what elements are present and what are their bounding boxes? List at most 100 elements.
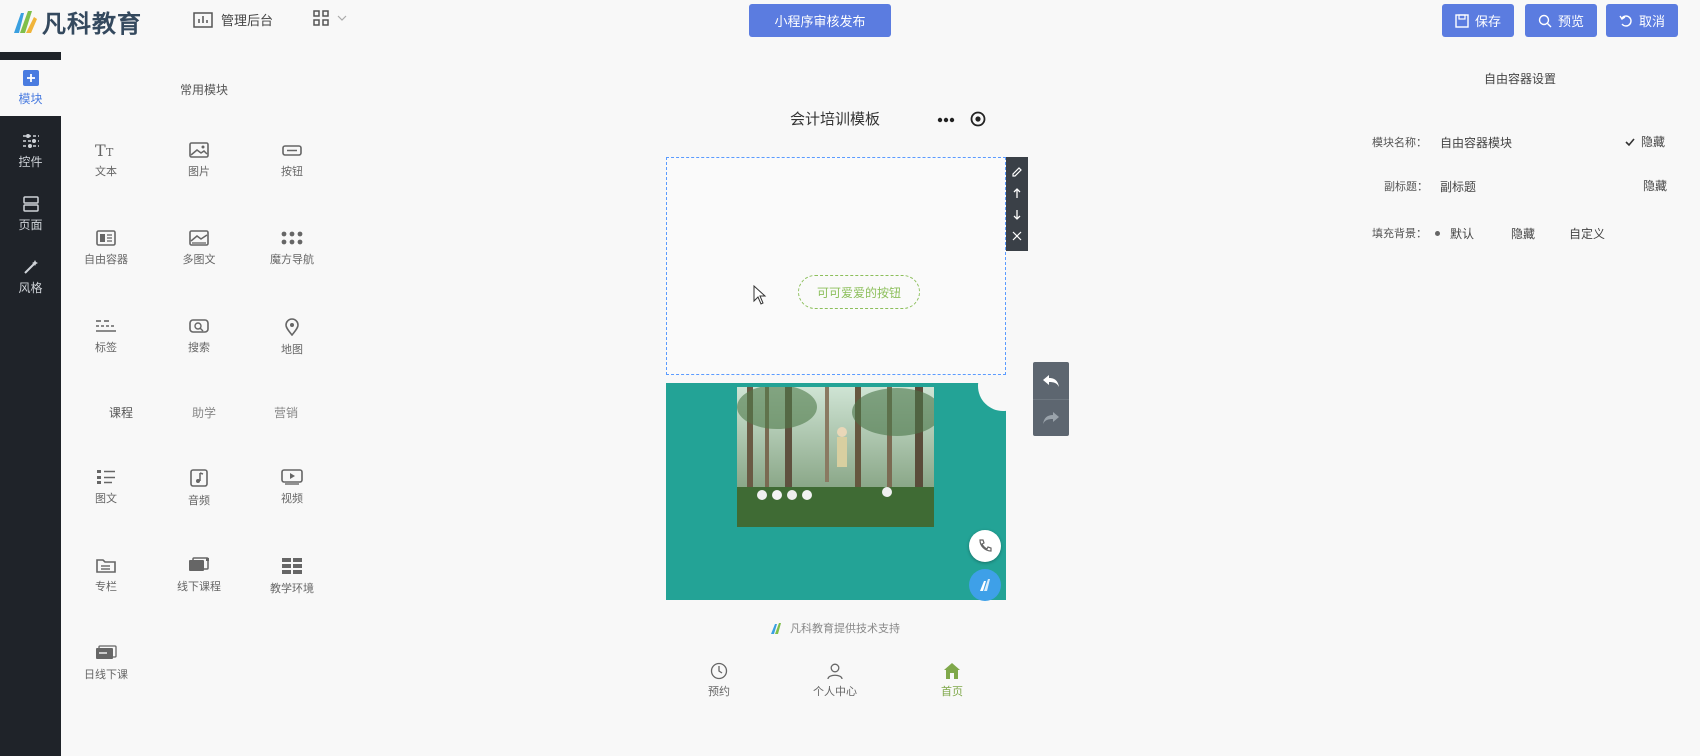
module-label: 视频 <box>281 492 303 505</box>
module-search[interactable]: 搜索 <box>154 318 244 355</box>
video-icon <box>281 469 303 485</box>
save-icon <box>1455 13 1469 28</box>
magic-wand-icon <box>23 259 38 274</box>
common-modules-title: 常用模块 <box>180 83 229 97</box>
settings-title: 自由容器设置 <box>1483 72 1556 86</box>
preview-label: 预览 <box>1557 15 1584 30</box>
save-button[interactable]: 保存 <box>1442 4 1514 37</box>
module-name-value[interactable]: 自由容器模块 <box>1440 134 1512 151</box>
admin-link[interactable]: 管理后台 <box>193 10 273 29</box>
nav-item-label: 模块 <box>18 91 43 106</box>
bg-option-custom[interactable]: 自定义 <box>1569 225 1605 242</box>
hide-subtitle-toggle[interactable]: 隐藏 <box>1643 177 1667 194</box>
search-icon <box>189 319 209 333</box>
move-down-icon[interactable] <box>1011 209 1023 221</box>
module-label: 按钮 <box>281 165 303 178</box>
module-map[interactable]: 地图 <box>247 318 337 357</box>
page-title: 会计培训模板 <box>789 110 880 128</box>
layout-icon <box>22 195 39 212</box>
module-label: 线下课程 <box>177 580 221 593</box>
module-label: 图文 <box>95 492 117 505</box>
save-label: 保存 <box>1474 15 1501 30</box>
target-icon[interactable] <box>970 111 986 130</box>
logo[interactable]: 凡科教育 <box>10 4 142 39</box>
module-label: 自由容器 <box>84 253 128 266</box>
category-tab-course[interactable]: 课程 <box>109 404 133 421</box>
nav-item-controls[interactable]: 控件 <box>0 123 61 179</box>
module-multi-image[interactable]: 多图文 <box>154 230 244 267</box>
free-container[interactable]: 可可爱爱的按钮 <box>666 157 1006 375</box>
cancel-button[interactable]: 取消 <box>1606 4 1678 37</box>
module-column[interactable]: 专栏 <box>61 557 151 594</box>
logo-icon <box>10 7 40 37</box>
module-label: 教学环境 <box>270 582 314 595</box>
category-tab-marketing[interactable]: 营销 <box>274 404 298 421</box>
image-icon <box>189 142 209 158</box>
move-up-icon[interactable] <box>1011 187 1023 199</box>
module-daily-offline[interactable]: 日线下课 <box>61 645 151 682</box>
more-options-icon[interactable] <box>937 112 955 126</box>
nav-item-modules[interactable]: 模块 <box>0 60 61 116</box>
module-video[interactable]: 视频 <box>247 469 337 506</box>
tab-label: 预约 <box>708 685 730 698</box>
svg-text:T: T <box>95 142 106 158</box>
module-label: 音频 <box>188 494 210 507</box>
logo-text: 凡科教育 <box>42 10 142 38</box>
delete-icon[interactable] <box>1011 230 1023 242</box>
nav-item-label: 页面 <box>18 217 43 232</box>
history-panel <box>1033 362 1069 436</box>
call-float-button[interactable] <box>969 530 1001 562</box>
module-button[interactable]: 按钮 <box>247 142 337 179</box>
module-article[interactable]: 图文 <box>61 469 151 506</box>
brand-logo-icon <box>980 579 990 591</box>
module-label: 日线下课 <box>84 668 128 681</box>
tab-booking[interactable]: 预约 <box>679 662 759 699</box>
app-grid-menu[interactable] <box>313 10 347 26</box>
preview-button[interactable]: 预览 <box>1525 4 1597 37</box>
module-label: 专栏 <box>95 580 117 593</box>
module-offline-course[interactable]: 线下课程 <box>154 557 244 594</box>
hide-title-toggle[interactable]: 隐藏 <box>1625 133 1665 150</box>
module-image[interactable]: 图片 <box>154 142 244 179</box>
module-label: 多图文 <box>182 253 216 266</box>
cute-button[interactable]: 可可爱爱的按钮 <box>798 275 920 309</box>
nav-item-pages[interactable]: 页面 <box>0 186 61 242</box>
search-icon <box>1538 14 1552 27</box>
tab-profile[interactable]: 个人中心 <box>795 662 875 699</box>
list-icon <box>97 470 115 484</box>
grid-icon <box>313 10 329 26</box>
folder-icon <box>96 559 116 573</box>
hide-label: 隐藏 <box>1641 135 1666 149</box>
container-toolbar <box>1006 157 1028 251</box>
module-text[interactable]: T T 文本 <box>61 142 151 179</box>
redo-button[interactable] <box>1033 399 1069 436</box>
module-audio[interactable]: 音频 <box>154 469 244 508</box>
module-container[interactable]: 自由容器 <box>61 230 151 267</box>
music-icon <box>190 469 208 487</box>
image-banner[interactable] <box>666 383 1006 600</box>
map-pin-icon <box>285 318 299 336</box>
undo-button[interactable] <box>1033 362 1069 399</box>
publish-button[interactable]: 小程序审核发布 <box>749 4 891 37</box>
module-teaching-env[interactable]: 教学环境 <box>247 557 337 596</box>
category-tab-study[interactable]: 助学 <box>192 404 216 421</box>
tech-support-text: 凡科教育提供技术支持 <box>790 622 900 635</box>
banner-notch <box>978 383 1006 411</box>
module-cube-nav[interactable]: 魔方导航 <box>247 230 337 267</box>
dots-grid-icon <box>281 231 303 245</box>
grid-icon <box>282 558 302 574</box>
top-bar: 凡科教育 管理后台 小程序审核发布 保存 预览 取消 <box>0 0 1700 40</box>
module-label: 图片 <box>188 165 210 178</box>
multi-image-icon <box>189 230 209 246</box>
clock-icon <box>710 662 728 680</box>
nav-item-style[interactable]: 风格 <box>0 249 61 305</box>
edit-icon[interactable] <box>1011 166 1023 178</box>
bg-option-hide[interactable]: 隐藏 <box>1511 225 1535 242</box>
module-label: 标签 <box>95 341 117 354</box>
tab-home[interactable]: 首页 <box>912 662 992 699</box>
bg-option-default[interactable]: 默认 <box>1435 225 1474 242</box>
module-tabs[interactable]: 标签 <box>61 318 151 355</box>
chevron-down-icon <box>337 15 347 21</box>
brand-float-button[interactable] <box>969 569 1001 601</box>
subtitle-value[interactable]: 副标题 <box>1440 178 1476 195</box>
